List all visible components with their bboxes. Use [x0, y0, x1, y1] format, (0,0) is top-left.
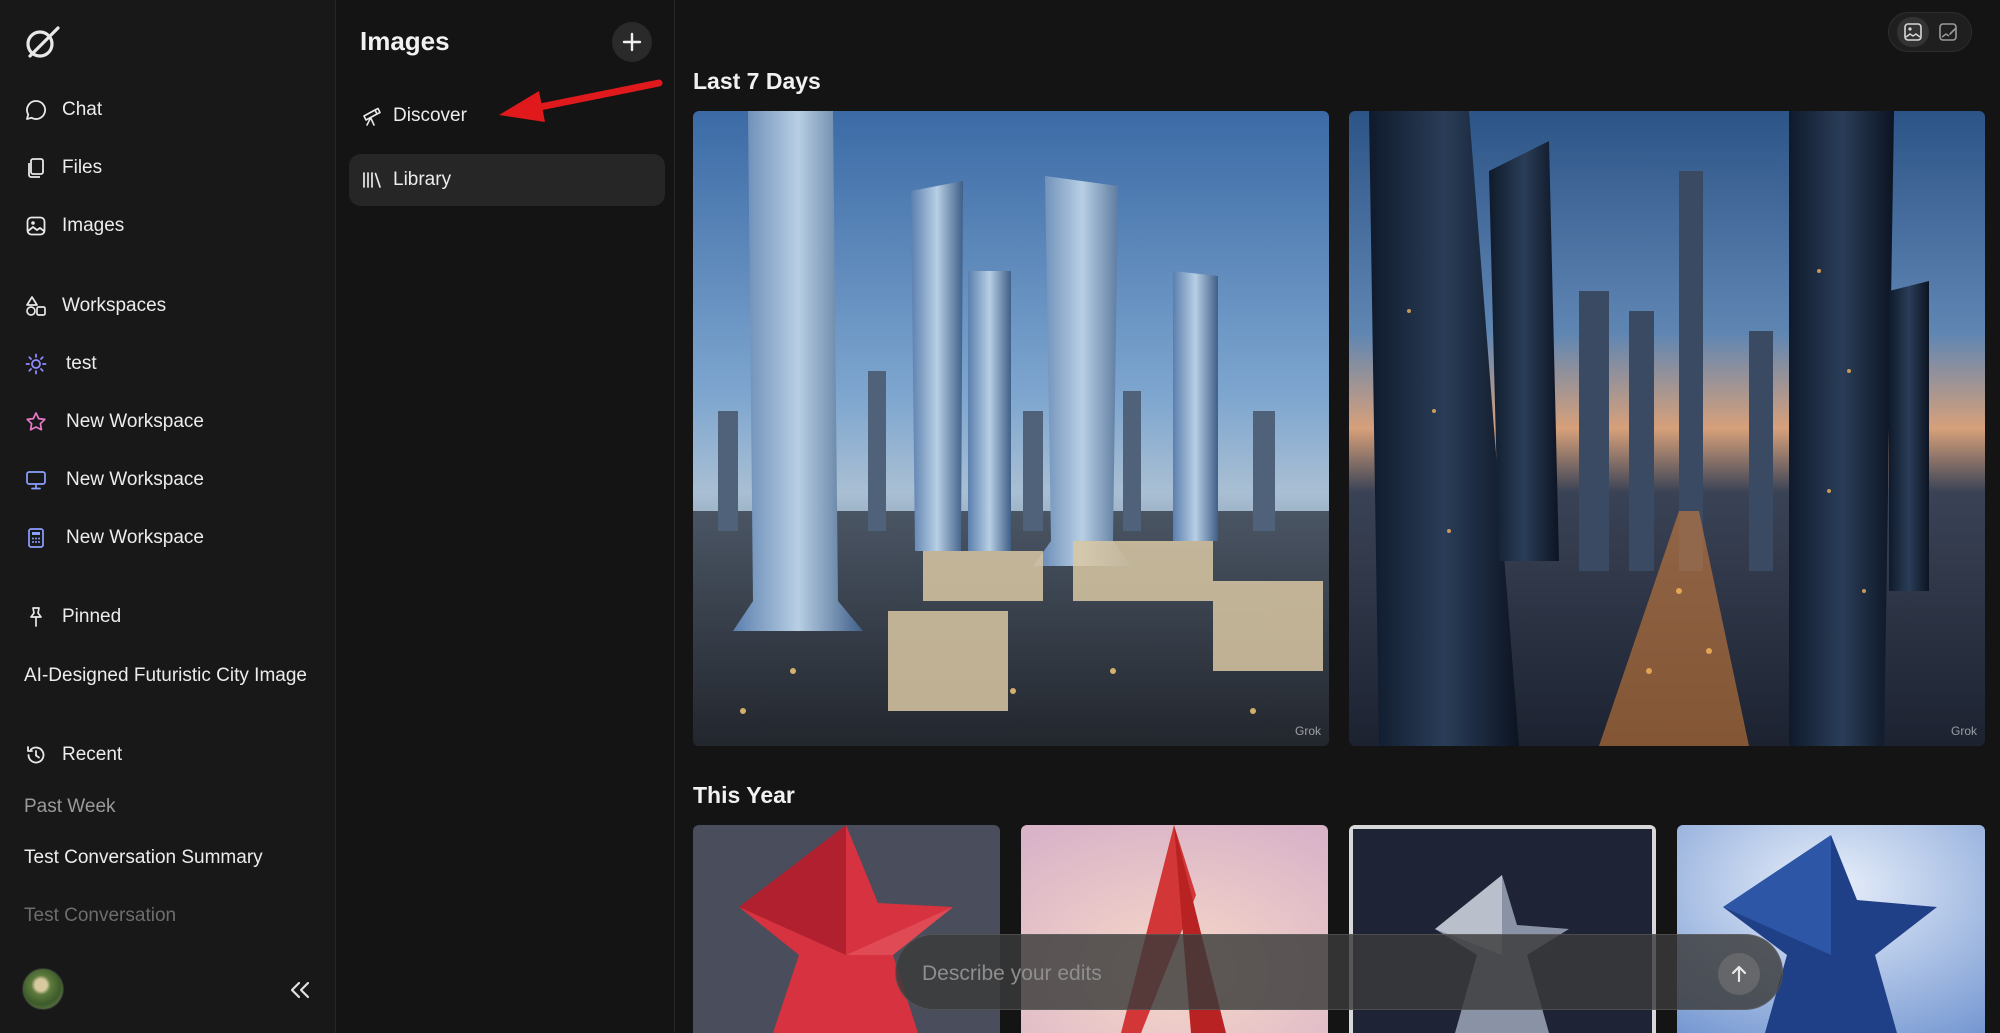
view-toggle [1888, 12, 1972, 52]
panel-item-label: Discover [393, 105, 467, 126]
sidebar: Chat Files Images Workspaces test New Wo… [0, 0, 336, 1033]
panel-item-library[interactable]: Library [349, 154, 665, 206]
annotation-arrow-icon [499, 79, 663, 122]
image-icon [24, 214, 48, 238]
files-icon [24, 156, 48, 180]
pinned-item[interactable]: AI-Designed Futuristic City Image [24, 665, 307, 687]
section-title-last-7-days: Last 7 Days [693, 68, 821, 94]
sidebar-item-label: Workspaces [62, 295, 167, 316]
generated-image-city-1[interactable]: Grok [693, 111, 1329, 746]
arrow-up-icon [1731, 965, 1747, 983]
telescope-icon [361, 105, 383, 127]
sun-icon [24, 352, 48, 376]
sidebar-item-pinned[interactable]: Pinned [24, 597, 121, 637]
city-image-2 [1349, 111, 1985, 746]
workspace-item-test[interactable]: test [24, 344, 97, 384]
sidebar-item-files[interactable]: Files [24, 148, 102, 188]
library-icon [361, 169, 383, 191]
collapse-sidebar-icon[interactable] [286, 978, 314, 1002]
images-panel: Images Discover Library [337, 0, 675, 1033]
main-content: Last 7 Days Grok Grok This Year [676, 0, 2000, 1033]
sidebar-item-label: Pinned [62, 606, 122, 627]
send-button[interactable] [1718, 953, 1760, 995]
sidebar-item-chat[interactable]: Chat [24, 90, 102, 130]
calculator-icon [24, 526, 48, 550]
panel-item-label: Library [393, 169, 452, 190]
history-icon [24, 743, 48, 767]
sidebar-item-workspaces[interactable]: Workspaces [24, 286, 166, 326]
sidebar-item-label: Files [62, 157, 103, 178]
sidebar-item-label: Chat [62, 99, 103, 120]
workspace-item-new-2[interactable]: New Workspace [24, 460, 204, 500]
edit-prompt-bar [895, 934, 1783, 1010]
image-icon [1903, 23, 1922, 41]
single-view-button[interactable] [1896, 17, 1929, 47]
sidebar-item-recent[interactable]: Recent [24, 735, 122, 775]
chat-bubble-icon [24, 98, 48, 122]
shapes-icon [24, 294, 48, 318]
page-title: Images [360, 26, 450, 56]
workspace-label: New Workspace [66, 527, 204, 548]
generated-image-city-2[interactable]: Grok [1349, 111, 1985, 746]
plus-icon [622, 32, 642, 52]
workspace-label: New Workspace [66, 411, 204, 432]
workspace-item-new-1[interactable]: New Workspace [24, 402, 204, 442]
grid-view-button[interactable] [1932, 17, 1964, 47]
section-title-this-year: This Year [693, 782, 795, 808]
recent-conversation-item[interactable]: Test Conversation Summary [24, 847, 263, 869]
grok-logo-icon[interactable] [22, 22, 62, 62]
sidebar-item-images[interactable]: Images [24, 206, 124, 246]
city-image-1 [693, 111, 1329, 746]
pin-icon [24, 605, 48, 629]
star-icon [24, 410, 48, 434]
sidebar-item-label: Recent [62, 744, 123, 765]
recent-conversation-item[interactable]: Test Conversation [24, 905, 176, 927]
recent-group-label: Past Week [24, 796, 116, 817]
monitor-icon [24, 468, 48, 492]
workspace-item-new-3[interactable]: New Workspace [24, 518, 204, 558]
avatar[interactable] [22, 968, 64, 1010]
new-image-button[interactable] [612, 22, 652, 62]
workspace-label: New Workspace [66, 469, 204, 490]
watermark: Grok [1294, 724, 1321, 738]
edit-prompt-input[interactable] [920, 953, 1704, 995]
sidebar-item-label: Images [62, 215, 125, 236]
workspace-label: test [66, 353, 97, 374]
image-edit-icon [1938, 23, 1957, 41]
watermark: Grok [1950, 724, 1977, 738]
